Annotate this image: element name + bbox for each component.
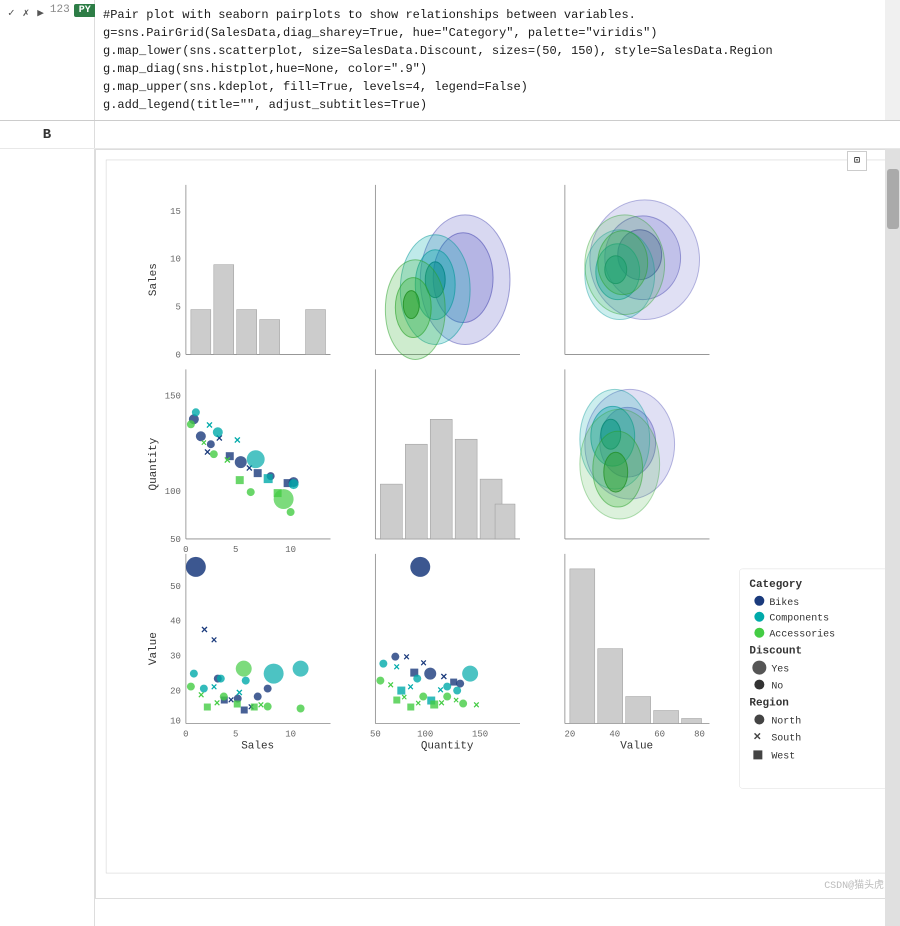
py-badge: PY	[74, 4, 96, 17]
svg-text:Yes: Yes	[771, 664, 789, 675]
code-line-3: g.map_lower(sns.scatterplot, size=SalesD…	[103, 42, 877, 60]
svg-text:×: ×	[206, 419, 213, 433]
code-line-6: g.add_legend(title="", adjust_subtitles=…	[103, 96, 877, 114]
svg-text:50: 50	[170, 582, 181, 592]
svg-text:Accessories: Accessories	[769, 629, 835, 640]
svg-text:Value: Value	[620, 740, 653, 752]
svg-text:×: ×	[211, 636, 218, 648]
svg-text:×: ×	[201, 438, 207, 449]
scroll-right	[885, 0, 900, 120]
run-icon[interactable]: ▶	[35, 4, 46, 22]
output-cell: ⊡ 0 5	[0, 149, 900, 926]
svg-text:×: ×	[234, 434, 241, 448]
svg-text:10: 10	[285, 729, 296, 739]
svg-text:5: 5	[233, 729, 238, 739]
code-line-2: g=sns.PairGrid(SalesData,diag_sharey=Tru…	[103, 24, 877, 42]
svg-text:100: 100	[165, 487, 181, 497]
svg-text:×: ×	[403, 653, 410, 665]
svg-text:×: ×	[437, 686, 444, 698]
svg-text:×: ×	[415, 699, 421, 710]
svg-text:×: ×	[407, 683, 414, 695]
svg-text:10: 10	[285, 545, 296, 555]
svg-text:15: 15	[170, 207, 181, 217]
notebook-container: ✓ ✗ ▶ 123 PY #Pair plot with seaborn pai…	[0, 0, 900, 926]
svg-text:West: West	[771, 750, 795, 761]
svg-text:Quantity: Quantity	[148, 437, 160, 490]
svg-text:×: ×	[420, 659, 427, 671]
pair-plot: 0 5 10 15 Sales	[95, 149, 885, 899]
svg-text:40: 40	[170, 617, 181, 627]
svg-text:0: 0	[183, 729, 188, 739]
output-content: ⊡ 0 5	[95, 149, 885, 926]
svg-text:Quantity: Quantity	[421, 740, 474, 752]
svg-text:0: 0	[176, 350, 181, 360]
svg-text:×: ×	[228, 696, 235, 708]
svg-text:Value: Value	[148, 632, 160, 665]
svg-text:20: 20	[564, 729, 575, 739]
output-label: B	[43, 127, 51, 143]
svg-text:×: ×	[753, 729, 761, 744]
svg-text:20: 20	[170, 687, 181, 697]
svg-text:Sales: Sales	[241, 740, 274, 752]
code-line-1: #Pair plot with seaborn pairplots to sho…	[103, 6, 877, 24]
svg-text:×: ×	[440, 671, 447, 685]
svg-text:Region: Region	[749, 698, 789, 710]
code-line-4: g.map_diag(sns.histplot,hue=None, color=…	[103, 60, 877, 78]
svg-text:×: ×	[224, 454, 231, 468]
output-side	[0, 149, 95, 926]
svg-text:Components: Components	[769, 613, 829, 624]
svg-text:CSDN@猫头虎: CSDN@猫头虎	[824, 878, 884, 891]
svg-text:5: 5	[176, 303, 181, 313]
svg-text:×: ×	[211, 683, 218, 695]
code-line-5: g.map_upper(sns.kdeplot, fill=True, leve…	[103, 78, 877, 96]
svg-text:×: ×	[201, 624, 208, 638]
svg-text:50: 50	[370, 729, 381, 739]
svg-text:150: 150	[165, 391, 181, 401]
cell-number: 123	[50, 4, 70, 16]
scrollbar-thumb[interactable]	[887, 169, 899, 229]
svg-text:Sales: Sales	[148, 263, 160, 296]
svg-text:×: ×	[258, 701, 265, 713]
svg-text:150: 150	[472, 729, 488, 739]
svg-text:×: ×	[401, 693, 407, 704]
cell-controls: ✓ ✗ ▶ 123 PY	[0, 0, 95, 120]
svg-text:30: 30	[170, 652, 181, 662]
svg-text:10: 10	[170, 255, 181, 265]
code-content: #Pair plot with seaborn pairplots to sho…	[95, 0, 885, 120]
svg-text:50: 50	[170, 535, 181, 545]
svg-text:10: 10	[170, 716, 181, 726]
svg-text:South: South	[771, 732, 801, 743]
svg-text:×: ×	[473, 701, 480, 713]
svg-text:×: ×	[393, 663, 400, 675]
svg-text:60: 60	[654, 729, 665, 739]
svg-text:Bikes: Bikes	[769, 597, 799, 608]
svg-text:×: ×	[198, 691, 205, 703]
scrollbar-right[interactable]	[885, 149, 900, 926]
svg-text:Category: Category	[749, 579, 802, 591]
svg-text:80: 80	[694, 729, 705, 739]
svg-text:Discount: Discount	[749, 646, 802, 658]
output-header: B	[0, 121, 900, 149]
x-icon[interactable]: ✗	[21, 4, 32, 22]
svg-text:North: North	[771, 715, 801, 726]
svg-text:×: ×	[453, 696, 459, 707]
expand-icon[interactable]: ⊡	[847, 151, 867, 171]
svg-text:40: 40	[609, 729, 620, 739]
check-icon[interactable]: ✓	[6, 4, 17, 22]
svg-text:0: 0	[183, 545, 188, 555]
svg-text:×: ×	[438, 699, 445, 711]
svg-text:100: 100	[417, 729, 433, 739]
svg-text:5: 5	[233, 545, 238, 555]
svg-text:No: No	[771, 681, 783, 692]
svg-text:×: ×	[214, 699, 221, 711]
legend: Category Bikes Components Accessories Di…	[739, 569, 885, 788]
svg-text:×: ×	[236, 687, 243, 701]
code-cell: ✓ ✗ ▶ 123 PY #Pair plot with seaborn pai…	[0, 0, 900, 121]
output-label-cell: B	[0, 121, 95, 148]
svg-text:×: ×	[387, 681, 394, 693]
